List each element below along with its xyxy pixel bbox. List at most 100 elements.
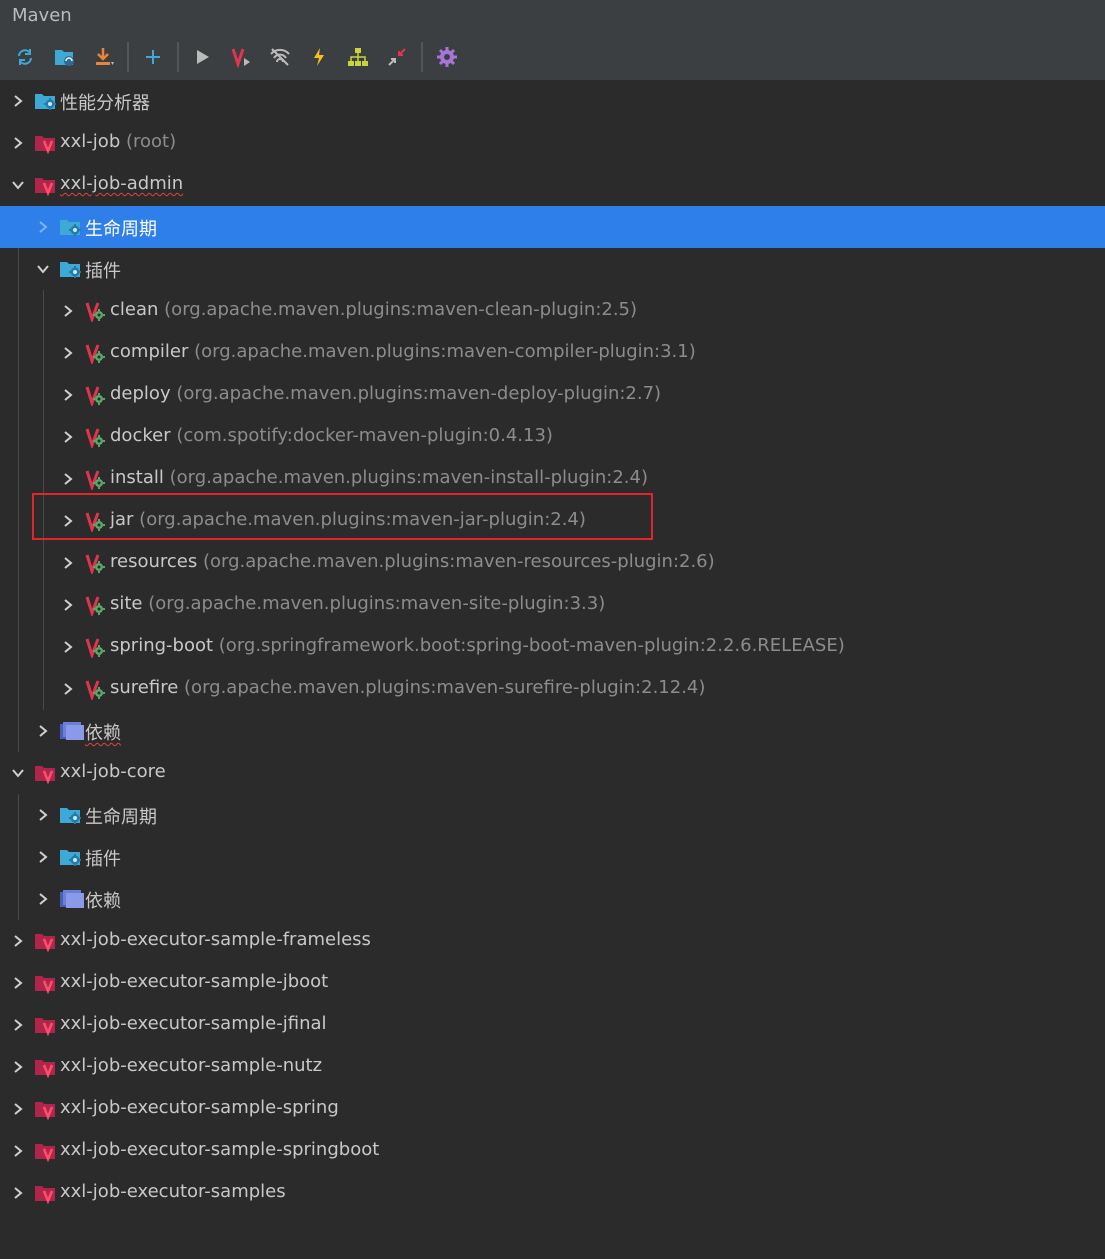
tree-row-detail: (org.apache.maven.plugins:maven-deploy-p… xyxy=(176,383,662,404)
skip-tests-icon[interactable] xyxy=(304,42,334,72)
tree-row-label: 插件 xyxy=(85,257,121,283)
tree-row[interactable]: 插件 xyxy=(0,836,1105,878)
settings-icon[interactable] xyxy=(432,42,462,72)
tree-row[interactable]: 依赖 xyxy=(0,878,1105,920)
chevron-right-icon[interactable] xyxy=(10,1101,26,1117)
tree-row[interactable]: 生命周期 xyxy=(0,206,1105,248)
tree-row[interactable]: resources (org.apache.maven.plugins:mave… xyxy=(0,542,1105,584)
tree-row-label: xxl-job-executor-sample-jboot xyxy=(60,971,328,992)
tree-row-detail: (root) xyxy=(125,131,177,152)
tree-row[interactable]: xxl-job-executor-samples xyxy=(0,1172,1105,1214)
tree-row[interactable]: surefire (org.apache.maven.plugins:maven… xyxy=(0,668,1105,710)
chevron-right-icon[interactable] xyxy=(60,555,76,571)
tree-row[interactable]: clean (org.apache.maven.plugins:maven-cl… xyxy=(0,290,1105,332)
chevron-right-icon[interactable] xyxy=(35,723,51,739)
maven-module-icon xyxy=(34,1098,58,1121)
run-icon[interactable] xyxy=(187,42,217,72)
tree-row-name: xxl-job-executor-sample-spring xyxy=(60,1097,339,1118)
chevron-right-icon[interactable] xyxy=(35,219,51,235)
tree-row[interactable]: 性能分析器 xyxy=(0,80,1105,122)
tree-row-name: surefire xyxy=(110,677,179,698)
tree-row-name: xxl-job-executor-sample-springboot xyxy=(60,1139,380,1160)
maven-plugin-icon xyxy=(84,468,108,492)
chevron-down-icon[interactable] xyxy=(10,765,26,781)
chevron-right-icon[interactable] xyxy=(10,1017,26,1033)
tree-row[interactable]: compiler (org.apache.maven.plugins:maven… xyxy=(0,332,1105,374)
tree-row-label: site (org.apache.maven.plugins:maven-sit… xyxy=(110,593,605,614)
chevron-right-icon[interactable] xyxy=(10,1059,26,1075)
tree-row[interactable]: xxl-job-executor-sample-jboot xyxy=(0,962,1105,1004)
chevron-down-icon[interactable] xyxy=(10,177,26,193)
toggle-offline-icon[interactable] xyxy=(265,42,295,72)
toolbar xyxy=(0,34,1105,80)
chevron-right-icon[interactable] xyxy=(10,135,26,151)
maven-plugin-icon xyxy=(84,342,108,366)
reload-icon[interactable] xyxy=(10,42,40,72)
chevron-right-icon[interactable] xyxy=(10,975,26,991)
chevron-right-icon[interactable] xyxy=(60,429,76,445)
tree-row[interactable]: xxl-job-executor-sample-jfinal xyxy=(0,1004,1105,1046)
chevron-right-icon[interactable] xyxy=(35,891,51,907)
tree-row-detail: (org.springframework.boot:spring-boot-ma… xyxy=(218,635,845,656)
tree-row-detail: (org.apache.maven.plugins:maven-compiler… xyxy=(194,341,696,362)
chevron-right-icon[interactable] xyxy=(60,597,76,613)
tree-row[interactable]: docker (com.spotify:docker-maven-plugin:… xyxy=(0,416,1105,458)
tree-row-name: 性能分析器 xyxy=(60,93,150,114)
tree-row-label: xxl-job-executor-sample-jfinal xyxy=(60,1013,327,1034)
tree-row[interactable]: spring-boot (org.springframework.boot:sp… xyxy=(0,626,1105,668)
add-icon[interactable] xyxy=(138,42,168,72)
tree-row[interactable]: 生命周期 xyxy=(0,794,1105,836)
tree-row-label: deploy (org.apache.maven.plugins:maven-d… xyxy=(110,383,661,404)
chevron-right-icon[interactable] xyxy=(10,93,26,109)
tree-row[interactable]: deploy (org.apache.maven.plugins:maven-d… xyxy=(0,374,1105,416)
tree-row[interactable]: xxl-job-admin xyxy=(0,164,1105,206)
maven-plugin-icon xyxy=(84,552,108,576)
download-icon[interactable] xyxy=(90,42,120,72)
maven-goal-icon[interactable] xyxy=(226,42,256,72)
tree-row[interactable]: 插件 xyxy=(0,248,1105,290)
tree-row[interactable]: xxl-job-executor-sample-nutz xyxy=(0,1046,1105,1088)
tree-row[interactable]: 依赖 xyxy=(0,710,1105,752)
maven-module-icon xyxy=(34,1014,58,1037)
maven-module-icon xyxy=(34,1140,58,1163)
tree-row-label: 生命周期 xyxy=(85,215,157,241)
tree-row[interactable]: site (org.apache.maven.plugins:maven-sit… xyxy=(0,584,1105,626)
show-dependencies-icon[interactable] xyxy=(343,42,373,72)
title-bar: Maven xyxy=(0,0,1105,34)
tree-row-detail: (com.spotify:docker-maven-plugin:0.4.13) xyxy=(176,425,553,446)
collapse-all-icon[interactable] xyxy=(382,42,412,72)
chevron-down-icon[interactable] xyxy=(35,261,51,277)
tree-row-name: clean xyxy=(110,299,159,320)
chevron-right-icon[interactable] xyxy=(60,471,76,487)
maven-module-icon xyxy=(34,1182,58,1205)
tree-row[interactable]: xxl-job (root) xyxy=(0,122,1105,164)
tree-row-label: xxl-job-executor-sample-spring xyxy=(60,1097,339,1118)
chevron-right-icon[interactable] xyxy=(60,303,76,319)
tree-row-name: spring-boot xyxy=(110,635,214,656)
maven-plugin-icon xyxy=(84,594,108,618)
tree-row[interactable]: xxl-job-executor-sample-frameless xyxy=(0,920,1105,962)
tree-row[interactable]: xxl-job-executor-sample-springboot xyxy=(0,1130,1105,1172)
chevron-right-icon[interactable] xyxy=(60,681,76,697)
chevron-right-icon[interactable] xyxy=(60,639,76,655)
chevron-right-icon[interactable] xyxy=(60,387,76,403)
tree-row-name: xxl-job-admin xyxy=(60,173,184,194)
tree-row-name: 生命周期 xyxy=(85,807,157,828)
maven-module-icon xyxy=(34,1056,58,1079)
tree-row-label: compiler (org.apache.maven.plugins:maven… xyxy=(110,341,696,362)
chevron-right-icon[interactable] xyxy=(10,1143,26,1159)
tree-row-label: clean (org.apache.maven.plugins:maven-cl… xyxy=(110,299,637,320)
maven-module-icon xyxy=(34,174,58,197)
chevron-right-icon[interactable] xyxy=(10,933,26,949)
tree-row[interactable]: xxl-job-executor-sample-spring xyxy=(0,1088,1105,1130)
tree-row[interactable]: xxl-job-core xyxy=(0,752,1105,794)
tree-row-name: compiler xyxy=(110,341,189,362)
tree-row-name: xxl-job xyxy=(60,131,121,152)
chevron-right-icon[interactable] xyxy=(35,807,51,823)
chevron-right-icon[interactable] xyxy=(10,1185,26,1201)
folder-sync-icon[interactable] xyxy=(50,42,80,72)
chevron-right-icon[interactable] xyxy=(60,345,76,361)
tree-row-name: 依赖 xyxy=(85,891,121,912)
chevron-right-icon[interactable] xyxy=(35,849,51,865)
tree-row-name: 插件 xyxy=(85,849,121,870)
